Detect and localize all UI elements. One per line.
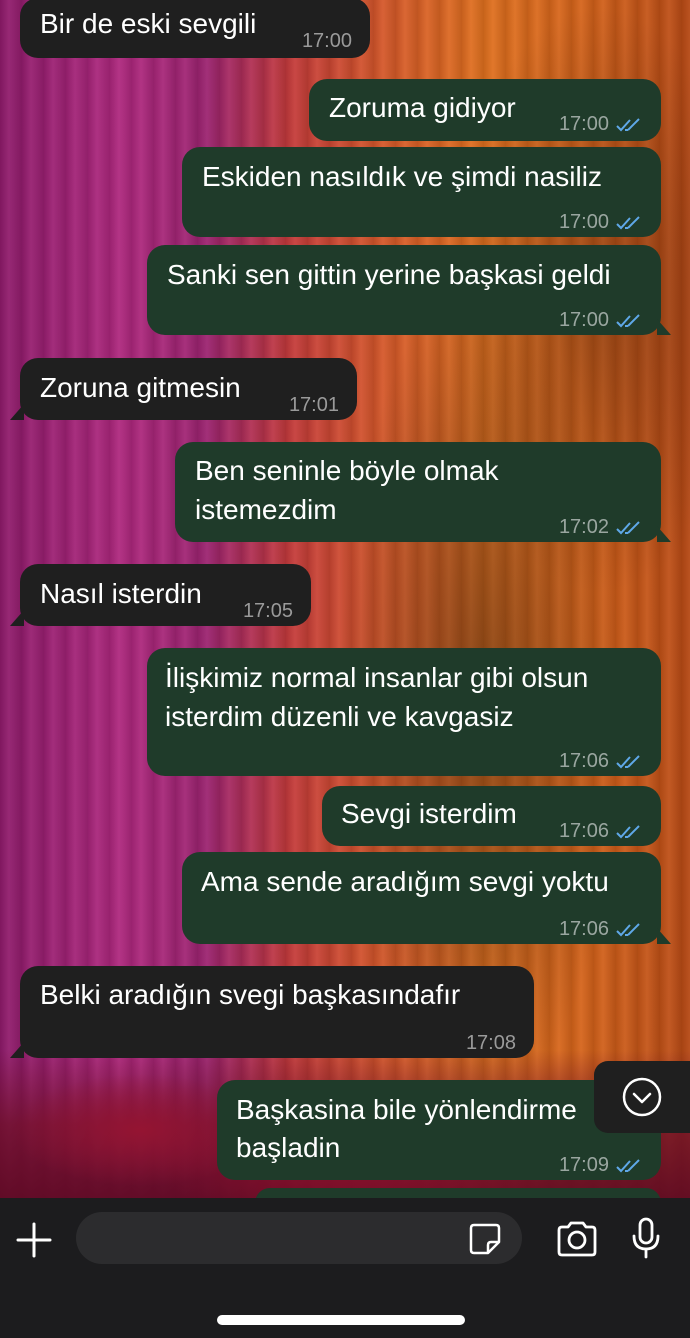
message-time: 17:06 — [559, 910, 643, 949]
microphone-icon[interactable] — [630, 1216, 662, 1260]
double-check-icon — [616, 313, 640, 327]
message-text: başladin — [236, 1132, 341, 1163]
message-text: Ben seninle böyle olmak — [195, 455, 499, 486]
message-time: 17:09 — [559, 1146, 643, 1185]
double-check-icon — [616, 215, 640, 229]
message-text: istemezdim — [195, 494, 337, 525]
camera-icon[interactable] — [555, 1220, 599, 1258]
message-bubble-outgoing[interactable]: Ama sende aradığım sevgi yoktu 17:06 — [182, 852, 671, 944]
home-indicator — [217, 1315, 465, 1325]
message-time: 17:01 — [288, 394, 339, 416]
message-bubble-incoming[interactable]: Belki aradığın svegi başkasındafır 17:08 — [10, 966, 534, 1058]
message-input[interactable] — [76, 1212, 522, 1264]
double-check-icon — [616, 754, 640, 768]
message-time: 17:08 — [465, 1032, 516, 1054]
scroll-to-bottom-button[interactable] — [594, 1061, 690, 1133]
message-text: Sanki sen gittin yerine başkasi geldi — [167, 259, 611, 290]
message-text: Belki aradığın svegi başkasındafır — [40, 979, 461, 1010]
chevron-down-circle-icon — [622, 1077, 662, 1117]
message-bubble-outgoing[interactable]: Ben seninle böyle olmak istemezdim 17:02 — [175, 442, 671, 542]
message-bubble-outgoing[interactable]: Sevgi isterdim 17:06 — [322, 786, 661, 846]
double-check-icon — [616, 1158, 640, 1172]
message-text: Bir de eski sevgili — [40, 8, 257, 39]
message-bubble-outgoing[interactable]: Eskiden nasıldık ve şimdi nasiliz 17:00 — [182, 147, 661, 237]
message-text: Sevgi isterdim — [341, 798, 517, 829]
message-bubble-outgoing[interactable]: Sanki sen gittin yerine başkasi geldi 17… — [147, 245, 671, 335]
double-check-icon — [616, 824, 640, 838]
sticker-icon[interactable] — [468, 1222, 502, 1256]
message-bubble-incoming[interactable]: Bir de eski sevgili 17:00 — [20, 0, 370, 58]
message-text: Nasıl isterdin — [40, 578, 202, 609]
message-bubble-outgoing[interactable]: İlişkimiz normal insanlar gibi olsun ist… — [147, 648, 661, 776]
message-bubble-incoming[interactable]: Zoruna gitmesin 17:01 — [10, 358, 357, 420]
message-text: Eskiden nasıldık ve şimdi nasiliz — [202, 161, 602, 192]
plus-icon[interactable] — [14, 1220, 54, 1260]
message-time: 17:00 — [559, 301, 643, 340]
message-text: isterdim düzenli ve kavgasiz — [165, 701, 514, 732]
double-check-icon — [616, 922, 640, 936]
message-time: 17:00 — [301, 30, 352, 52]
message-text: Başkasina bile yönlendirme — [236, 1094, 577, 1125]
message-time: 17:06 — [559, 742, 643, 781]
double-check-icon — [616, 117, 640, 131]
message-text: Ama sende aradığım sevgi yoktu — [201, 866, 609, 897]
message-bubble-incoming[interactable]: Nasıl isterdin 17:05 — [10, 564, 311, 626]
message-text: Zoruna gitmesin — [40, 372, 241, 403]
message-time: 17:05 — [242, 600, 293, 622]
double-check-icon — [616, 520, 640, 534]
message-time: 17:00 — [559, 105, 643, 144]
message-time: 17:00 — [559, 203, 643, 242]
message-time: 17:02 — [559, 508, 643, 547]
message-time: 17:06 — [559, 812, 643, 851]
message-text: İlişkimiz normal insanlar gibi olsun — [165, 662, 589, 693]
message-text: Zoruma gidiyor — [329, 92, 516, 123]
message-bubble-outgoing[interactable]: Zoruma gidiyor 17:00 — [309, 79, 661, 141]
